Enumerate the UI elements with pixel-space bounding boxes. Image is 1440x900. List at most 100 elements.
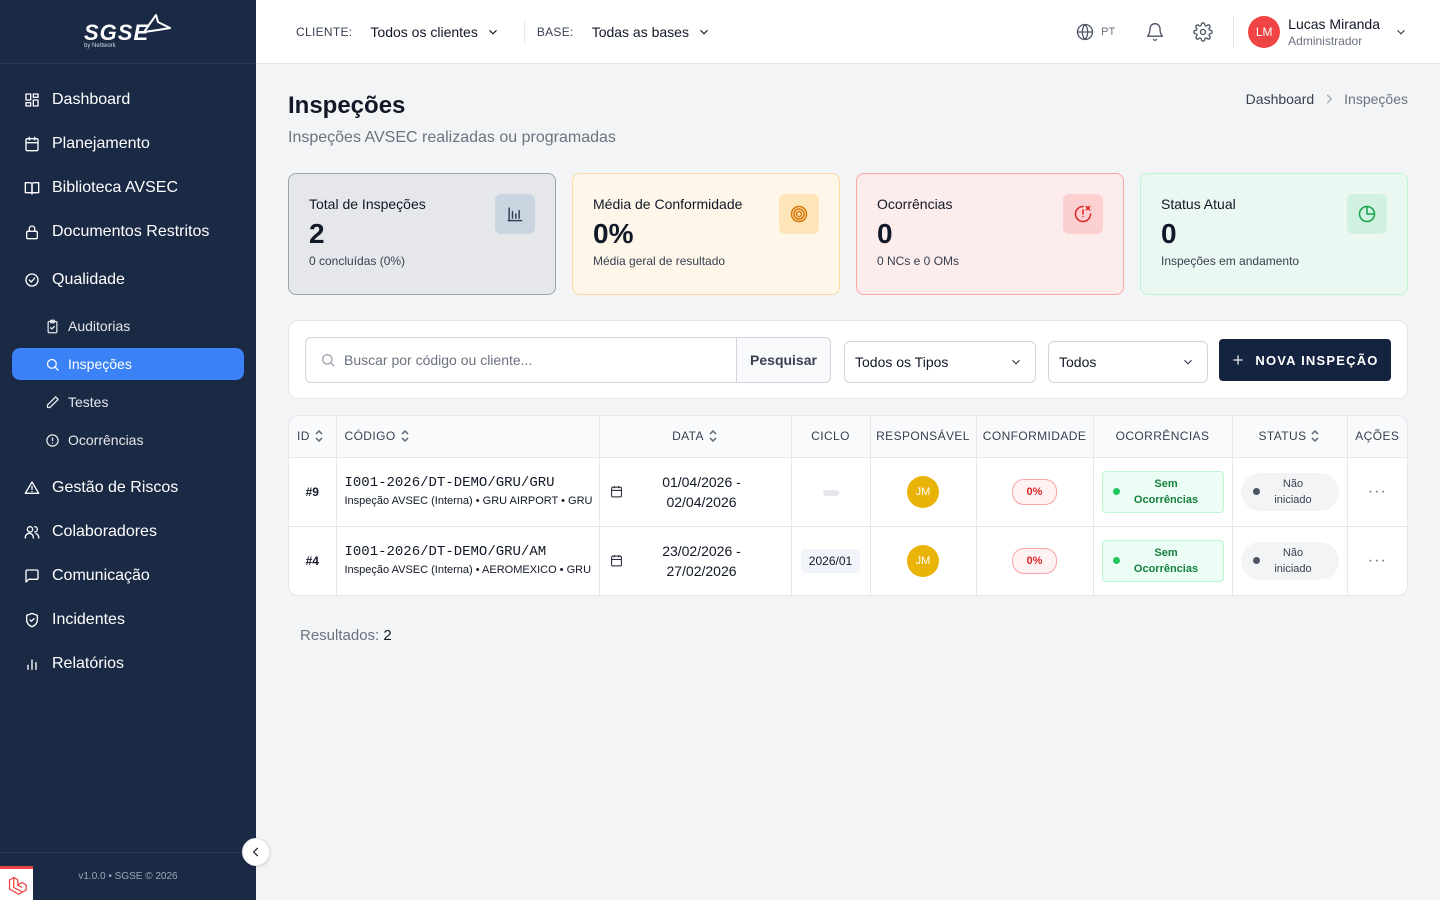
column-label: OCORRÊNCIAS	[1115, 429, 1210, 444]
column-label: STATUS	[1258, 429, 1307, 444]
sidebar-collapse-button[interactable]	[242, 838, 270, 866]
chevron-right-icon	[1327, 94, 1333, 104]
new-inspection-button[interactable]: NOVA INSPEÇÃO	[1219, 339, 1391, 381]
target-icon	[779, 194, 819, 234]
column-header-status[interactable]: STATUS	[1232, 416, 1348, 458]
inspection-code[interactable]: I001-2026/DT-DEMO/GRU/GRU	[345, 475, 599, 491]
bar-chart-icon	[495, 194, 535, 234]
avatar: LM	[1248, 16, 1281, 48]
client-label: CLIENTE:	[296, 24, 353, 39]
sidebar-item-qualidade[interactable]: Qualidade	[12, 260, 244, 300]
results-label: Resultados:	[300, 627, 380, 644]
search-icon	[322, 354, 335, 367]
gear-icon	[1193, 22, 1213, 42]
date-start: 23/02/2026 -	[662, 542, 741, 559]
top-header: CLIENTE: Todos os clientes BASE: Todas a…	[256, 0, 1440, 64]
sgse-logo[interactable]: SGSE by Nettwork	[80, 10, 176, 54]
more-actions-button[interactable]: ···	[1368, 483, 1387, 501]
header-right: PT LM Lucas Miranda Administrador	[1075, 0, 1440, 64]
column-label: CICLO	[811, 429, 850, 444]
card-desc: 0 concluídas (0%)	[309, 254, 406, 268]
sidebar-item-relatorios[interactable]: Relatórios	[12, 644, 244, 684]
sidebar-item-colaboradores[interactable]: Colaboradores	[12, 512, 244, 552]
sidebar-item-comunicacao[interactable]: Comunicação	[12, 556, 244, 596]
bell-icon	[1147, 23, 1164, 42]
conformity-badge: 0%	[1011, 478, 1058, 505]
sidebar-item-planejamento[interactable]: Planejamento	[12, 124, 244, 164]
cell-date: 01/04/2026 - 02/04/2026	[599, 457, 792, 527]
sidebar-subitem-auditorias[interactable]: Auditorias	[12, 310, 244, 342]
header-divider	[1233, 16, 1235, 48]
sort-icon	[709, 430, 717, 443]
sidebar-subitem-label: Ocorrências	[68, 432, 144, 448]
date-range: 23/02/2026 - 27/02/2026	[623, 541, 781, 581]
more-actions-button[interactable]: ···	[1368, 552, 1387, 570]
cell-status: Não iniciado	[1232, 526, 1348, 595]
table-row[interactable]: #9 I001-2026/DT-DEMO/GRU/GRU Inspeção AV…	[289, 457, 1407, 527]
lock-icon	[24, 224, 40, 240]
breadcrumb-home[interactable]: Dashboard	[1246, 91, 1315, 107]
sidebar-item-documentos[interactable]: Documentos Restritos	[12, 212, 244, 252]
plus-icon	[1233, 355, 1244, 365]
calendar-icon	[610, 555, 622, 567]
sidebar-item-label: Documentos Restritos	[52, 223, 210, 240]
language-selector[interactable]: PT	[1075, 22, 1115, 42]
base-select[interactable]: Todas as bases	[592, 24, 711, 40]
table-header-row: ID CÓDIGO DATA CICLO RESPONSÁVEL CONFORM…	[289, 416, 1407, 458]
sidebar-subitem-testes[interactable]: Testes	[12, 386, 244, 418]
search-button[interactable]: Pesquisar	[736, 338, 830, 382]
cell-cycle: 2026/01	[791, 526, 871, 595]
cell-status: Não iniciado	[1232, 457, 1348, 527]
status-dot	[1252, 488, 1260, 495]
status-text-line1: Não	[1282, 546, 1304, 559]
card-desc: 0 NCs e 0 OMs	[877, 254, 960, 268]
book-icon	[24, 180, 40, 196]
column-header-data[interactable]: DATA	[599, 416, 792, 458]
user-menu[interactable]: LM Lucas Miranda Administrador	[1248, 16, 1408, 48]
cell-id: #4	[289, 526, 337, 595]
sidebar-item-dashboard[interactable]: Dashboard	[12, 80, 244, 120]
card-desc: Inspeções em andamento	[1161, 254, 1300, 268]
column-header-ocorrencias: OCORRÊNCIAS	[1093, 416, 1233, 458]
status-text-line1: Não	[1282, 477, 1304, 490]
sidebar-item-incidentes[interactable]: Incidentes	[12, 600, 244, 640]
laravel-debug-badge[interactable]	[0, 866, 33, 900]
cell-date: 23/02/2026 - 27/02/2026	[599, 526, 792, 595]
cell-cycle	[791, 457, 871, 527]
occurrences-badge: Sem Ocorrências	[1101, 539, 1224, 582]
laravel-icon	[8, 876, 27, 895]
settings-button[interactable]	[1191, 20, 1215, 44]
main-content: Inspeções Inspeções AVSEC realizadas ou …	[256, 64, 1440, 900]
cycle-empty-badge	[822, 489, 839, 496]
stat-card-ocorrencias: Ocorrências 0 0 NCs e 0 OMs	[856, 173, 1124, 295]
sidebar-item-gestao-riscos[interactable]: Gestão de Riscos	[12, 468, 244, 508]
sidebar-subitem-inspecoes[interactable]: Inspeções	[12, 348, 244, 380]
warning-triangle-icon	[24, 480, 40, 496]
chevron-down-icon	[700, 29, 708, 35]
status-select[interactable]: Todos	[1048, 341, 1208, 383]
inspection-desc: Inspeção AVSEC (Interna) • GRU AIRPORT •…	[344, 494, 593, 507]
status-text-line2: iniciado	[1274, 562, 1312, 575]
sidebar-item-label: Gestão de Riscos	[52, 479, 179, 496]
notifications-button[interactable]	[1143, 20, 1167, 44]
column-header-acoes: AÇÕES	[1347, 416, 1407, 458]
calendar-icon	[24, 136, 40, 152]
inspection-code[interactable]: I001-2026/DT-DEMO/GRU/AM	[345, 544, 599, 560]
type-select[interactable]: Todos os Tipos	[844, 341, 1036, 383]
search-icon	[44, 356, 60, 372]
date-end: 27/02/2026	[666, 562, 737, 579]
cell-code: I001-2026/DT-DEMO/GRU/AM Inspeção AVSEC …	[336, 526, 600, 595]
bar-chart-icon	[24, 656, 40, 672]
sidebar-item-biblioteca[interactable]: Biblioteca AVSEC	[12, 168, 244, 208]
cell-conformity: 0%	[976, 457, 1094, 527]
dashboard-icon	[24, 92, 40, 108]
column-header-codigo[interactable]: CÓDIGO	[336, 416, 600, 458]
column-header-id[interactable]: ID	[289, 416, 337, 458]
client-select[interactable]: Todos os clientes	[370, 24, 499, 40]
column-header-ciclo: CICLO	[791, 416, 871, 458]
search-input[interactable]	[344, 352, 736, 368]
table-row[interactable]: #4 I001-2026/DT-DEMO/GRU/AM Inspeção AVS…	[289, 526, 1407, 595]
sidebar-subitem-ocorrencias[interactable]: Ocorrências	[12, 424, 244, 456]
sidebar-item-label: Biblioteca AVSEC	[52, 179, 178, 196]
header-divider	[523, 19, 525, 44]
